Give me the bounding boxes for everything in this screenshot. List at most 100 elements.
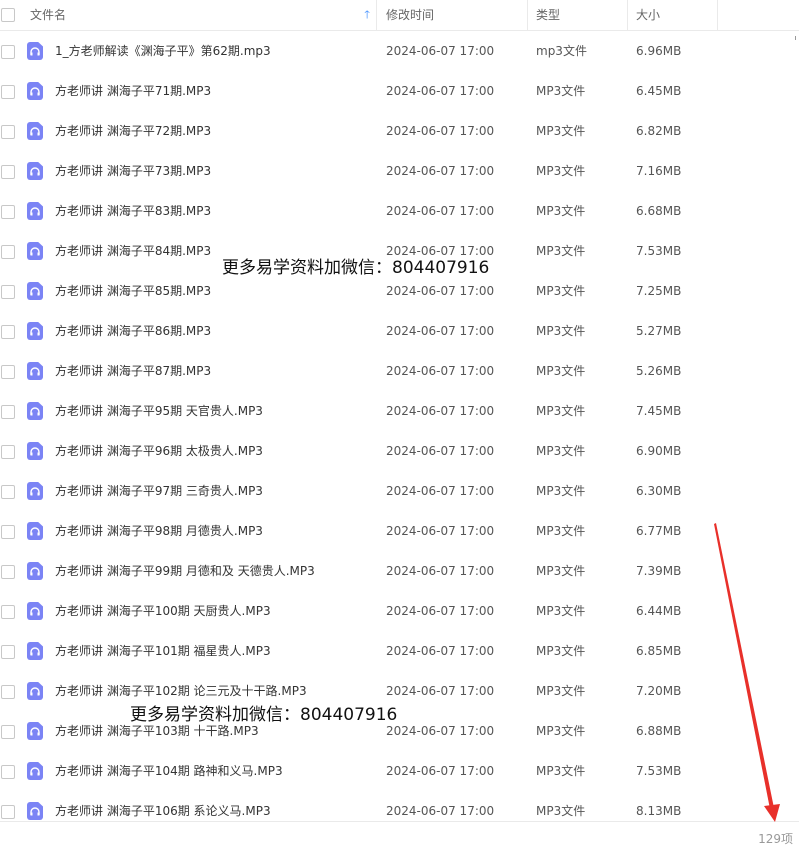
- file-name[interactable]: 方老师讲 渊海子平100期 天厨贵人.MP3: [55, 591, 271, 631]
- file-modified-time: 2024-06-07 17:00: [386, 484, 495, 498]
- file-type: MP3文件: [536, 484, 586, 498]
- row-checkbox[interactable]: [1, 85, 15, 99]
- table-row[interactable]: 方老师讲 渊海子平86期.MP3 2024-06-07 17:00 MP3文件 5.2…: [0, 311, 790, 351]
- file-size: 5.26MB: [636, 364, 682, 378]
- file-modified-time: 2024-06-07 17:00: [386, 84, 495, 98]
- file-type: mp3文件: [536, 44, 587, 58]
- audio-file-icon: [27, 402, 43, 420]
- file-name[interactable]: 方老师讲 渊海子平98期 月德贵人.MP3: [55, 511, 263, 551]
- file-type: MP3文件: [536, 724, 586, 738]
- file-size: 7.20MB: [636, 684, 682, 698]
- select-all-checkbox[interactable]: [1, 8, 15, 22]
- audio-file-icon: [27, 602, 43, 620]
- column-header-type-label: 类型: [536, 8, 561, 22]
- file-size: 6.85MB: [636, 644, 682, 658]
- audio-file-icon: [27, 362, 43, 380]
- file-type: MP3文件: [536, 84, 586, 98]
- row-checkbox[interactable]: [1, 725, 15, 739]
- file-size: 7.16MB: [636, 164, 682, 178]
- table-row[interactable]: 方老师讲 渊海子平106期 系论义马.MP3 2024-06-07 17:00 MP…: [0, 791, 790, 831]
- row-checkbox[interactable]: [1, 525, 15, 539]
- file-modified-time: 2024-06-07 17:00: [386, 684, 495, 698]
- file-name[interactable]: 方老师讲 渊海子平106期 系论义马.MP3: [55, 791, 271, 831]
- row-checkbox[interactable]: [1, 685, 15, 699]
- column-header-size-label: 大小: [636, 8, 661, 22]
- table-row[interactable]: 方老师讲 渊海子平100期 天厨贵人.MP3 2024-06-07 17:00 MP…: [0, 591, 790, 631]
- file-name[interactable]: 方老师讲 渊海子平85期.MP3: [55, 271, 211, 311]
- table-row[interactable]: 方老师讲 渊海子平99期 月德和及 天德贵人.MP3 2024-06-07 17:…: [0, 551, 790, 591]
- row-checkbox[interactable]: [1, 205, 15, 219]
- row-checkbox[interactable]: [1, 165, 15, 179]
- table-row[interactable]: 1_方老师解读《渊海子平》第62期.mp3 2024-06-07 17:00 mp3…: [0, 31, 790, 71]
- scrollbar[interactable]: [794, 36, 797, 811]
- file-modified-time: 2024-06-07 17:00: [386, 204, 495, 218]
- audio-file-icon: [27, 642, 43, 660]
- audio-file-icon: [27, 122, 43, 140]
- row-checkbox[interactable]: [1, 325, 15, 339]
- file-name[interactable]: 方老师讲 渊海子平83期.MP3: [55, 191, 211, 231]
- file-size: 6.45MB: [636, 84, 682, 98]
- column-header-time[interactable]: 修改时间: [386, 0, 528, 30]
- file-name[interactable]: 方老师讲 渊海子平71期.MP3: [55, 71, 211, 111]
- file-size: 6.82MB: [636, 124, 682, 138]
- table-row[interactable]: 方老师讲 渊海子平98期 月德贵人.MP3 2024-06-07 17:00 MP3…: [0, 511, 790, 551]
- row-checkbox[interactable]: [1, 445, 15, 459]
- row-checkbox[interactable]: [1, 45, 15, 59]
- file-name[interactable]: 1_方老师解读《渊海子平》第62期.mp3: [55, 31, 271, 71]
- row-checkbox[interactable]: [1, 565, 15, 579]
- table-row[interactable]: 方老师讲 渊海子平71期.MP3 2024-06-07 17:00 MP3文件 6.4…: [0, 71, 790, 111]
- file-type: MP3文件: [536, 124, 586, 138]
- row-checkbox[interactable]: [1, 605, 15, 619]
- row-checkbox[interactable]: [1, 285, 15, 299]
- file-modified-time: 2024-06-07 17:00: [386, 804, 495, 818]
- file-name[interactable]: 方老师讲 渊海子平86期.MP3: [55, 311, 211, 351]
- row-checkbox[interactable]: [1, 645, 15, 659]
- file-name[interactable]: 方老师讲 渊海子平96期 太极贵人.MP3: [55, 431, 263, 471]
- table-row[interactable]: 方老师讲 渊海子平83期.MP3 2024-06-07 17:00 MP3文件 6.6…: [0, 191, 790, 231]
- file-name[interactable]: 方老师讲 渊海子平84期.MP3: [55, 231, 211, 271]
- file-type: MP3文件: [536, 524, 586, 538]
- file-modified-time: 2024-06-07 17:00: [386, 524, 495, 538]
- file-name[interactable]: 方老师讲 渊海子平95期 天官贵人.MP3: [55, 391, 263, 431]
- file-name[interactable]: 方老师讲 渊海子平72期.MP3: [55, 111, 211, 151]
- audio-file-icon: [27, 442, 43, 460]
- file-name[interactable]: 方老师讲 渊海子平101期 福星贵人.MP3: [55, 631, 271, 671]
- file-size: 5.27MB: [636, 324, 682, 338]
- audio-file-icon: [27, 202, 43, 220]
- table-row[interactable]: 方老师讲 渊海子平73期.MP3 2024-06-07 17:00 MP3文件 7.1…: [0, 151, 790, 191]
- audio-file-icon: [27, 522, 43, 540]
- watermark-text: 更多易学资料加微信：804407916: [130, 705, 398, 725]
- file-name[interactable]: 方老师讲 渊海子平73期.MP3: [55, 151, 211, 191]
- file-name[interactable]: 方老师讲 渊海子平99期 月德和及 天德贵人.MP3: [55, 551, 315, 591]
- row-checkbox[interactable]: [1, 765, 15, 779]
- table-row[interactable]: 方老师讲 渊海子平104期 路神和义马.MP3 2024-06-07 17:00 M…: [0, 751, 790, 791]
- footer-divider: [0, 821, 799, 822]
- table-row[interactable]: 方老师讲 渊海子平87期.MP3 2024-06-07 17:00 MP3文件 5.2…: [0, 351, 790, 391]
- row-checkbox[interactable]: [1, 405, 15, 419]
- row-checkbox[interactable]: [1, 805, 15, 819]
- audio-file-icon: [27, 682, 43, 700]
- audio-file-icon: [27, 82, 43, 100]
- table-row[interactable]: 方老师讲 渊海子平101期 福星贵人.MP3 2024-06-07 17:00 MP…: [0, 631, 790, 671]
- row-checkbox[interactable]: [1, 245, 15, 259]
- audio-file-icon: [27, 322, 43, 340]
- row-checkbox[interactable]: [1, 485, 15, 499]
- audio-file-icon: [27, 562, 43, 580]
- column-header-name[interactable]: 文件名 🡑: [30, 0, 377, 30]
- table-row[interactable]: 方老师讲 渊海子平72期.MP3 2024-06-07 17:00 MP3文件 6.8…: [0, 111, 790, 151]
- column-header-type[interactable]: 类型: [536, 0, 628, 30]
- file-name[interactable]: 方老师讲 渊海子平87期.MP3: [55, 351, 211, 391]
- column-header-size[interactable]: 大小: [636, 0, 718, 30]
- row-checkbox[interactable]: [1, 365, 15, 379]
- table-row[interactable]: 方老师讲 渊海子平96期 太极贵人.MP3 2024-06-07 17:00 MP3…: [0, 431, 790, 471]
- table-row[interactable]: 方老师讲 渊海子平97期 三奇贵人.MP3 2024-06-07 17:00 MP3…: [0, 471, 790, 511]
- file-name[interactable]: 方老师讲 渊海子平97期 三奇贵人.MP3: [55, 471, 263, 511]
- file-size: 6.68MB: [636, 204, 682, 218]
- file-name[interactable]: 方老师讲 渊海子平104期 路神和义马.MP3: [55, 751, 283, 791]
- file-type: MP3文件: [536, 564, 586, 578]
- arrow-up-icon[interactable]: 🡑: [364, 0, 370, 30]
- audio-file-icon: [27, 242, 43, 260]
- row-checkbox[interactable]: [1, 125, 15, 139]
- table-row[interactable]: 方老师讲 渊海子平95期 天官贵人.MP3 2024-06-07 17:00 MP3…: [0, 391, 790, 431]
- file-modified-time: 2024-06-07 17:00: [386, 124, 495, 138]
